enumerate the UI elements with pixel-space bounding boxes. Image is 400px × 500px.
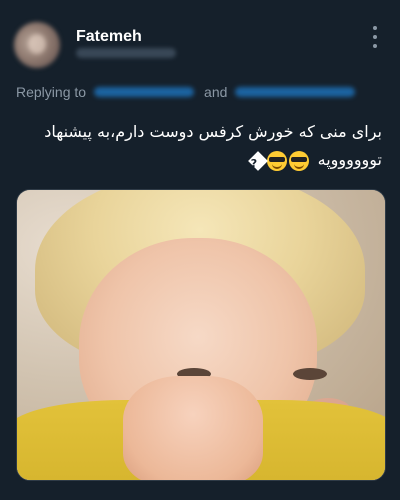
blurred-username bbox=[76, 48, 176, 58]
sunglasses-emoji-icon bbox=[288, 150, 309, 171]
display-name[interactable]: Fatemeh bbox=[76, 28, 142, 46]
blurred-mention-2[interactable] bbox=[235, 87, 356, 97]
and-label: and bbox=[204, 84, 228, 100]
replying-to-label: Replying to bbox=[16, 84, 87, 100]
tweet-text-line-2: تووووووپه bbox=[12, 146, 382, 174]
replying-to-line: Replying to and bbox=[16, 84, 356, 100]
emoji-group bbox=[247, 150, 309, 171]
blurred-mention-1[interactable] bbox=[94, 87, 195, 97]
tweet-text-line-2-word: تووووووپه bbox=[317, 150, 382, 169]
tweet-text: برای منی که خورش کرفس دوست دارم،به پیشنه… bbox=[12, 118, 382, 174]
tweet-media-photo[interactable] bbox=[16, 189, 386, 481]
more-options-icon[interactable] bbox=[368, 26, 382, 48]
tweet-text-line-1: برای منی که خورش کرفس دوست دارم،به پیشنه… bbox=[44, 122, 382, 141]
sunglasses-emoji-icon bbox=[266, 150, 287, 171]
tweet-card: Fatemeh Replying to and برای منی که خورش… bbox=[0, 0, 400, 500]
avatar[interactable] bbox=[14, 22, 60, 68]
replacement-character-icon bbox=[247, 150, 268, 171]
